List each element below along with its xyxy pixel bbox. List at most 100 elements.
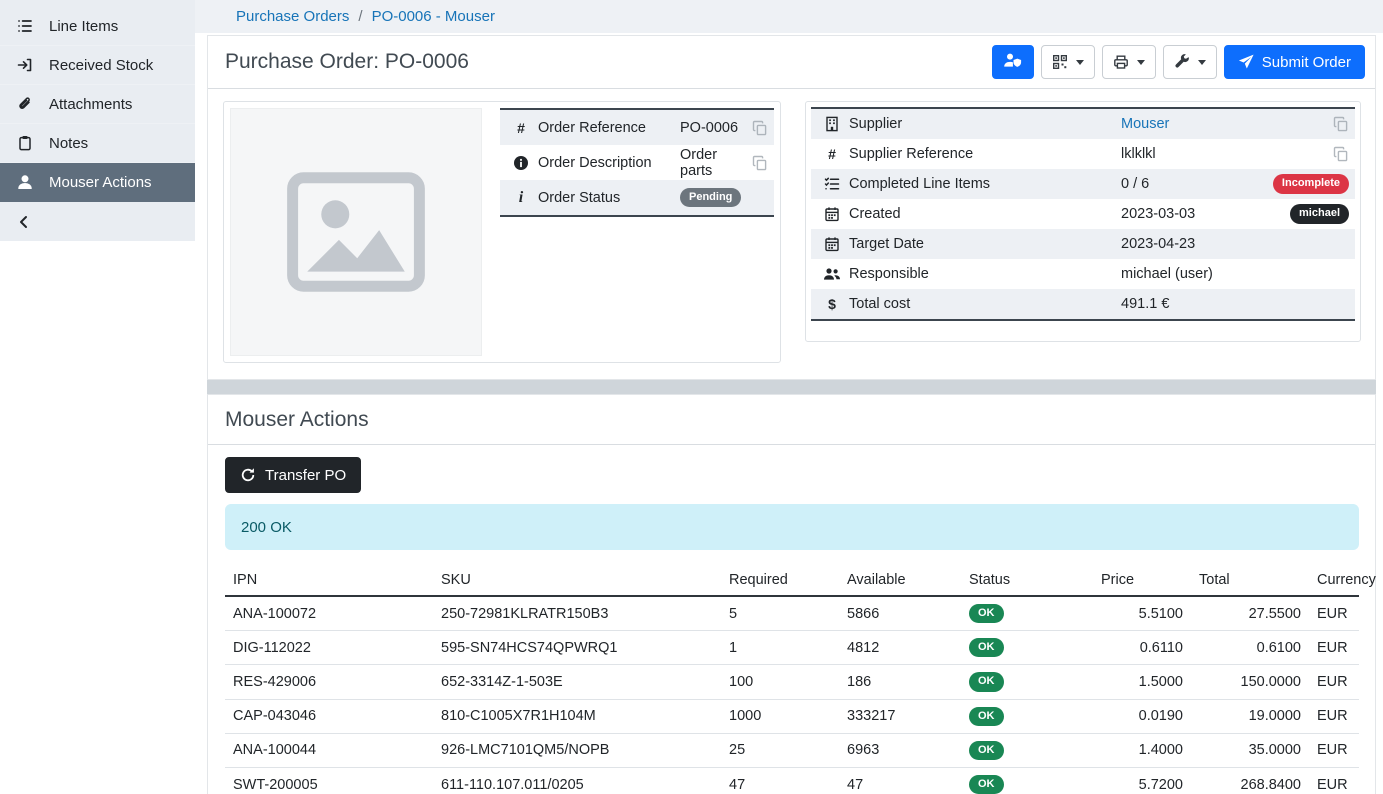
mouser-actions-body: Transfer PO 200 OK IPN SKU xyxy=(208,445,1375,794)
status-badge: OK xyxy=(969,741,1004,760)
order-summary-panel: Purchase Order: PO-0006 xyxy=(207,35,1376,380)
cell-required: 100 xyxy=(721,665,839,699)
table-row: CAP-043046 810-C1005X7R1H104M 1000 33321… xyxy=(225,699,1359,733)
sidebar: Line Items Received Stock Attachments No… xyxy=(0,0,195,794)
detail-label: Target Date xyxy=(849,236,1121,252)
cell-available: 4812 xyxy=(839,631,961,665)
printer-icon xyxy=(1113,54,1129,70)
copy-icon[interactable] xyxy=(752,120,768,136)
sidebar-item-label: Line Items xyxy=(49,18,118,35)
cell-required: 25 xyxy=(721,733,839,767)
cell-status: OK xyxy=(961,596,1093,631)
order-status-badge: Pending xyxy=(680,188,741,207)
copy-icon[interactable] xyxy=(1333,116,1349,132)
transfer-result-alert: 200 OK xyxy=(225,504,1359,550)
cell-status: OK xyxy=(961,699,1093,733)
breadcrumb-link-purchase-orders[interactable]: Purchase Orders xyxy=(236,8,349,25)
info-circle-icon xyxy=(504,155,538,171)
completed-status-badge-wrap: Incomplete xyxy=(1273,174,1349,193)
users-icon xyxy=(815,266,849,282)
chevron-left-icon xyxy=(16,214,32,230)
sidebar-item-mouser-actions[interactable]: Mouser Actions xyxy=(0,163,195,202)
copy-icon[interactable] xyxy=(1333,146,1349,162)
supplier-details-card: Supplier Mouser # Supplier Refere xyxy=(805,101,1361,342)
breadcrumb: Purchase Orders / PO-0006 - Mouser xyxy=(195,0,1383,33)
col-header-required: Required xyxy=(721,566,839,596)
cell-currency: EUR xyxy=(1309,631,1359,665)
sidebar-item-line-items[interactable]: Line Items xyxy=(0,7,195,46)
cell-ipn: ANA-100044 xyxy=(225,733,433,767)
alert-text: 200 OK xyxy=(241,519,292,536)
order-image-placeholder[interactable] xyxy=(230,108,482,356)
cell-sku: 595-SN74HCS74QPWRQ1 xyxy=(433,631,721,665)
cell-ipn: SWT-200005 xyxy=(225,767,433,794)
cell-required: 47 xyxy=(721,767,839,794)
qr-code-icon xyxy=(1052,54,1068,70)
detail-value: Order parts xyxy=(680,147,744,179)
detail-row-supplier-reference: # Supplier Reference lklklkl xyxy=(811,139,1355,169)
detail-value: 491.1 € xyxy=(1121,296,1349,312)
cell-total: 27.5500 xyxy=(1191,596,1309,631)
table-row: ANA-100044 926-LMC7101QM5/NOPB 25 6963 O… xyxy=(225,733,1359,767)
cell-price: 0.6110 xyxy=(1093,631,1191,665)
cell-required: 1 xyxy=(721,631,839,665)
chevron-down-icon xyxy=(1137,60,1145,65)
tools-icon xyxy=(1174,54,1190,70)
cell-price: 1.5000 xyxy=(1093,665,1191,699)
submit-order-button[interactable]: Submit Order xyxy=(1224,45,1365,79)
created-by-badge-wrap: michael xyxy=(1290,204,1349,223)
send-icon xyxy=(1238,54,1254,70)
col-header-status: Status xyxy=(961,566,1093,596)
sidebar-item-notes[interactable]: Notes xyxy=(0,124,195,163)
dollar-icon: $ xyxy=(815,296,849,312)
supplier-link[interactable]: Mouser xyxy=(1121,116,1169,132)
cell-available: 333217 xyxy=(839,699,961,733)
cell-currency: EUR xyxy=(1309,596,1359,631)
sidebar-item-attachments[interactable]: Attachments xyxy=(0,85,195,124)
transfer-po-button[interactable]: Transfer PO xyxy=(225,457,361,493)
main-area: Purchase Orders / PO-0006 - Mouser Purch… xyxy=(195,0,1383,794)
cell-ipn: RES-429006 xyxy=(225,665,433,699)
cell-total: 0.6100 xyxy=(1191,631,1309,665)
cell-sku: 810-C1005X7R1H104M xyxy=(433,699,721,733)
detail-label: Order Status xyxy=(538,190,680,206)
breadcrumb-link-current-order[interactable]: PO-0006 - Mouser xyxy=(372,8,495,25)
detail-label: Responsible xyxy=(849,266,1121,282)
detail-value: michael (user) xyxy=(1121,266,1349,282)
detail-label: Supplier Reference xyxy=(849,146,1121,162)
status-badge: OK xyxy=(969,707,1004,726)
supplier-details-table: Supplier Mouser # Supplier Refere xyxy=(811,107,1355,321)
assign-user-button[interactable] xyxy=(992,45,1034,79)
app-window: Line Items Received Stock Attachments No… xyxy=(0,0,1383,794)
user-shield-icon xyxy=(1003,52,1022,72)
cell-total: 268.8400 xyxy=(1191,767,1309,794)
detail-value: PO-0006 xyxy=(680,120,744,136)
breadcrumb-separator: / xyxy=(358,8,362,25)
detail-value: 0 / 6 xyxy=(1121,176,1265,192)
mouser-actions-header: Mouser Actions xyxy=(208,395,1375,445)
print-menu-button[interactable] xyxy=(1102,45,1156,79)
cell-ipn: CAP-043046 xyxy=(225,699,433,733)
created-by-badge: michael xyxy=(1290,204,1349,223)
barcode-menu-button[interactable] xyxy=(1041,45,1095,79)
sidebar-item-label: Attachments xyxy=(49,96,132,113)
sidebar-item-received-stock[interactable]: Received Stock xyxy=(0,46,195,85)
status-badge: OK xyxy=(969,638,1004,657)
copy-icon[interactable] xyxy=(752,155,768,171)
cell-sku: 652-3314Z-1-503E xyxy=(433,665,721,699)
refresh-icon xyxy=(240,467,256,483)
info-icon: i xyxy=(504,189,538,207)
cell-price: 5.7200 xyxy=(1093,767,1191,794)
line-items-table: IPN SKU Required Available Status Price … xyxy=(225,566,1359,794)
calendar-icon xyxy=(815,206,849,222)
cell-available: 5866 xyxy=(839,596,961,631)
sidebar-collapse-button[interactable] xyxy=(0,202,195,241)
cell-status: OK xyxy=(961,767,1093,794)
detail-value: Mouser xyxy=(1121,116,1325,132)
cell-total: 35.0000 xyxy=(1191,733,1309,767)
mouser-actions-panel: Mouser Actions Transfer PO 200 OK xyxy=(207,394,1376,794)
sidebar-list: Line Items Received Stock Attachments No… xyxy=(0,0,195,241)
cell-ipn: ANA-100072 xyxy=(225,596,433,631)
order-actions-menu-button[interactable] xyxy=(1163,45,1217,79)
detail-label: Order Description xyxy=(538,155,680,171)
